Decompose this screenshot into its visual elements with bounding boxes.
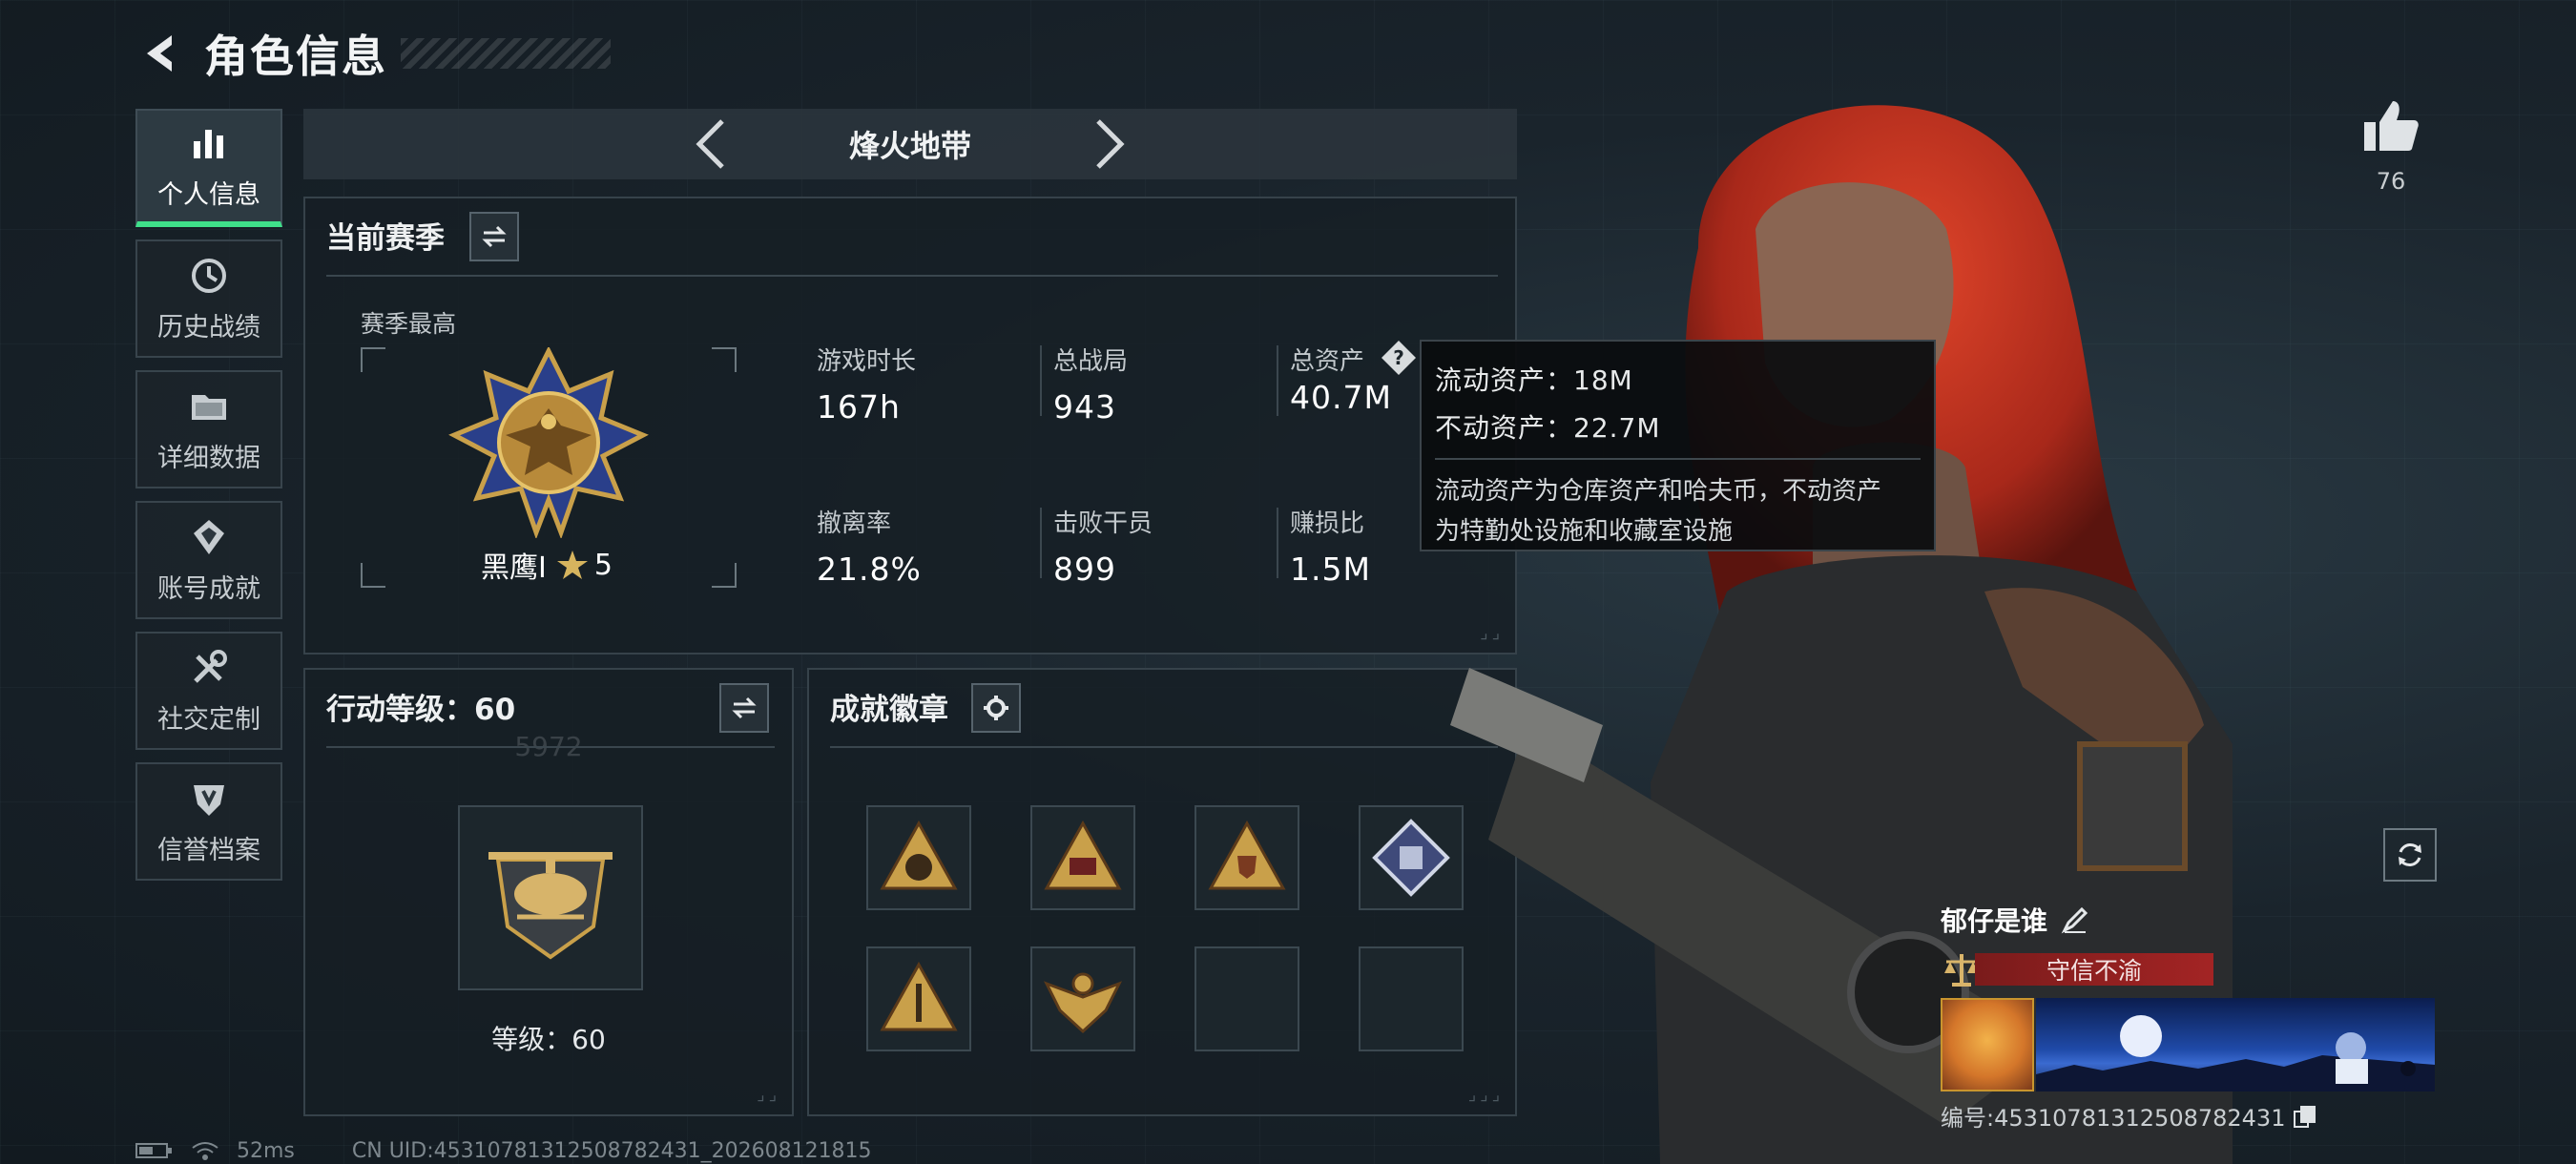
shield-triangle-medal-icon xyxy=(1208,820,1286,890)
player-banner-row xyxy=(1941,998,2437,1091)
black-hawk-rank-emblem xyxy=(448,347,649,538)
season-title: 当前赛季 xyxy=(326,221,445,256)
svg-text:?: ? xyxy=(1393,346,1404,369)
season-panel: 当前赛季 赛季最高 5972 黑鹰I 5 游戏时长 167h 总战局 943 总… xyxy=(303,197,1517,762)
edit-icon[interactable] xyxy=(2061,905,2089,934)
achievement-badges-panel: 成就徽章 ⌟⌟⌟ xyxy=(807,668,1517,1116)
level-emblem xyxy=(458,805,643,990)
page-title: 角色信息 xyxy=(204,31,387,82)
sidebar-item-label: 信誉档案 xyxy=(157,835,260,865)
sidebar-item-personal-info[interactable]: 个人信息 xyxy=(135,109,282,227)
history-icon xyxy=(192,258,226,293)
swap-icon xyxy=(732,696,757,719)
mode-prev-button[interactable] xyxy=(687,115,735,173)
season-best-label: 赛季最高 xyxy=(361,310,457,338)
ping-value: 52ms xyxy=(237,1138,295,1163)
sidebar-item-label: 详细数据 xyxy=(157,443,260,473)
triangle-medal-icon xyxy=(880,820,958,890)
mode-next-button[interactable] xyxy=(1086,115,1133,173)
like-count: 76 xyxy=(2376,168,2406,195)
profile-banner xyxy=(2036,998,2435,1091)
achievement-badge-slot[interactable] xyxy=(1030,946,1135,1051)
sidebar-item-credit-file[interactable]: 信誉档案 xyxy=(135,762,282,881)
panel-corner-decoration: ⌟⌟ xyxy=(757,1085,780,1105)
action-level-title: 行动等级：60 xyxy=(326,693,516,727)
rank-name: 黑鹰I xyxy=(481,551,547,585)
swap-icon xyxy=(482,225,507,248)
tooltip-liquid-assets: 流动资产：18M xyxy=(1435,364,1633,396)
tooltip-description-line-1: 流动资产为仓库资产和哈夫币，不动资产 xyxy=(1435,477,1882,506)
wifi-icon xyxy=(191,1140,219,1161)
night-sky-banner-art xyxy=(2036,1015,2435,1091)
helicopter-emblem-icon xyxy=(488,852,613,960)
sidebar: 个人信息 历史战绩 详细数据 账号成就 社交定制 信誉档案 xyxy=(135,109,282,893)
divider xyxy=(326,275,1498,277)
credit-shield-icon xyxy=(194,784,224,816)
sidebar-item-detailed-data[interactable]: 详细数据 xyxy=(135,370,282,488)
eagle-medal-icon xyxy=(1043,972,1123,1034)
chevron-right-icon xyxy=(1096,119,1125,169)
achievement-title: 成就徽章 xyxy=(830,693,948,727)
gear-icon xyxy=(984,696,1008,720)
sidebar-item-label: 历史战绩 xyxy=(157,312,260,343)
player-id: 编号:45310781312508782431 xyxy=(1941,1105,2286,1132)
folder-icon xyxy=(192,394,226,420)
tooltip-divider xyxy=(1435,458,1921,460)
crown-triangle-medal-icon xyxy=(1044,820,1122,890)
uid-text: CN UID:45310781312508782431_202608121815 xyxy=(351,1138,872,1163)
achievement-badge-slot[interactable] xyxy=(1030,805,1135,910)
thumbs-up-icon[interactable] xyxy=(2360,95,2421,156)
status-bar: 52ms CN UID:45310781312508782431_2026081… xyxy=(135,1137,889,1164)
refresh-button[interactable] xyxy=(2383,828,2437,882)
achievement-settings-button[interactable] xyxy=(971,683,1021,733)
player-title: 守信不渝 xyxy=(1975,953,2213,986)
achievement-badge-slot[interactable] xyxy=(866,946,971,1051)
sidebar-item-social-custom[interactable]: 社交定制 xyxy=(135,632,282,750)
player-card: 郁仔是谁 守信不渝 编号:45310781312508782431 xyxy=(1941,901,2437,1133)
rank-row: 黑鹰I 5 xyxy=(481,544,613,586)
achievement-icon xyxy=(194,519,224,554)
rank-stars: 5 xyxy=(593,548,613,582)
sidebar-item-label: 社交定制 xyxy=(157,704,260,735)
copy-icon[interactable] xyxy=(2293,1104,2317,1129)
stat-play-time: 游戏时长 167h xyxy=(817,347,917,426)
sidebar-item-history[interactable]: 历史战绩 xyxy=(135,239,282,358)
player-name: 郁仔是谁 xyxy=(1941,905,2048,937)
sidebar-item-achievements[interactable]: 账号成就 xyxy=(135,501,282,619)
like-block: 76 xyxy=(2357,95,2425,195)
mode-selector: 烽火地带 xyxy=(303,109,1517,179)
bar-chart-icon xyxy=(194,129,223,158)
season-switch-button[interactable] xyxy=(469,212,519,261)
avatar[interactable] xyxy=(1941,998,2034,1091)
battery-icon xyxy=(135,1141,174,1160)
chevron-left-icon xyxy=(696,119,724,169)
sidebar-item-label: 账号成就 xyxy=(157,573,260,604)
achievement-badge-slot[interactable] xyxy=(1195,805,1299,910)
achievement-badge-slot-empty[interactable] xyxy=(1195,946,1299,1051)
level-switch-button[interactable] xyxy=(719,683,769,733)
tooltip-description-line-2: 为特勤处设施和收藏室设施 xyxy=(1435,517,1734,546)
divider xyxy=(830,746,1498,748)
player-title-badge: 守信不渝 xyxy=(1941,950,2437,988)
achievement-badge-slot[interactable] xyxy=(866,805,971,910)
level-caption: 等级：60 xyxy=(491,1024,606,1055)
action-level-panel: 行动等级：60 等级：60 ⌟⌟ xyxy=(303,668,794,1116)
stat-operators-defeated: 击败干员 899 xyxy=(1040,504,1282,588)
assets-tooltip: 流动资产：18M 不动资产：22.7M 流动资产为仓库资产和哈夫币，不动资产 为… xyxy=(1420,340,1936,551)
sidebar-item-label: 个人信息 xyxy=(157,179,260,210)
mode-name: 烽火地带 xyxy=(848,128,971,164)
stat-extract-rate: 撤离率 21.8% xyxy=(817,509,922,588)
page-header: 角色信息 xyxy=(134,21,611,86)
back-arrow-icon[interactable] xyxy=(134,26,189,81)
tools-icon xyxy=(194,649,227,683)
divider xyxy=(326,746,775,748)
star-icon xyxy=(556,551,588,579)
stat-total-matches: 总战局 943 xyxy=(1040,342,1282,426)
refresh-icon xyxy=(2399,843,2421,866)
tooltip-fixed-assets: 不动资产：22.7M xyxy=(1435,412,1661,444)
title-decoration xyxy=(401,38,611,69)
pyramid-medal-icon xyxy=(880,961,958,1031)
